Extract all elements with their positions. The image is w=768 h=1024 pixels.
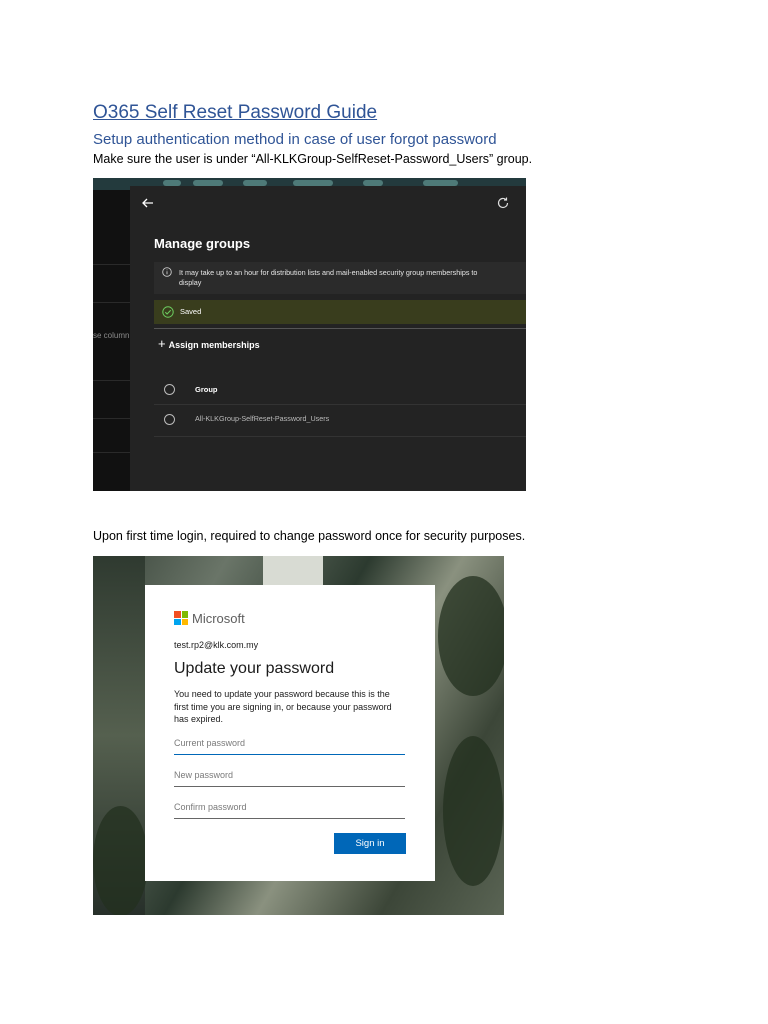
- group-instruction-text: Make sure the user is under “All-KLKGrou…: [93, 152, 533, 166]
- background-foliage: [438, 576, 504, 696]
- background-foliage: [93, 806, 148, 915]
- panel-title: Manage groups: [154, 236, 251, 251]
- saved-status-text: Saved: [180, 307, 202, 316]
- background-foliage: [443, 736, 503, 886]
- group-row-radio[interactable]: [164, 414, 175, 425]
- saved-status-bar: Saved: [154, 300, 526, 324]
- group-column-header: Group: [195, 385, 218, 394]
- plus-icon: +: [158, 336, 166, 351]
- document-title: O365 Self Reset Password Guide: [93, 102, 378, 123]
- sign-in-card: Microsoft test.rp2@klk.com.my Update you…: [145, 585, 435, 881]
- manage-groups-screenshot: se column Manage groups It may take up t…: [93, 178, 526, 491]
- sign-in-button[interactable]: Sign in: [334, 833, 406, 854]
- row-divider: [154, 404, 526, 405]
- refresh-icon[interactable]: [496, 196, 510, 210]
- group-row-name[interactable]: All-KLKGroup-SelfReset-Password_Users: [195, 414, 329, 423]
- select-all-radio[interactable]: [164, 384, 175, 395]
- info-message-text: It may take up to an hour for distributi…: [179, 268, 478, 287]
- back-arrow-icon[interactable]: [141, 196, 155, 210]
- update-password-screenshot: Microsoft test.rp2@klk.com.my Update you…: [93, 556, 504, 915]
- background-image: [263, 556, 323, 586]
- info-icon: [162, 267, 172, 277]
- document-subtitle: Setup authentication method in case of u…: [93, 131, 497, 148]
- left-pane: [93, 190, 130, 491]
- current-password-field[interactable]: Current password: [174, 735, 405, 755]
- divider: [154, 328, 526, 329]
- info-message-bar: It may take up to an hour for distributi…: [154, 262, 526, 294]
- confirm-password-field[interactable]: Confirm password: [174, 799, 405, 819]
- new-password-field[interactable]: New password: [174, 767, 405, 787]
- assign-memberships-label: Assign memberships: [168, 340, 260, 350]
- card-heading: Update your password: [174, 660, 335, 677]
- account-email: test.rp2@klk.com.my: [174, 640, 259, 650]
- manage-groups-panel: Manage groups It may take up to an hour …: [130, 186, 526, 491]
- card-description: You need to update your password because…: [174, 689, 392, 724]
- row-divider: [154, 436, 526, 437]
- microsoft-logo-icon: [174, 611, 188, 625]
- check-circle-icon: [162, 306, 174, 318]
- assign-memberships-button[interactable]: + Assign memberships: [158, 336, 260, 351]
- first-login-instruction-text: Upon first time login, required to chang…: [93, 529, 526, 543]
- brand-name: Microsoft: [192, 611, 245, 626]
- column-text: se column: [93, 331, 130, 340]
